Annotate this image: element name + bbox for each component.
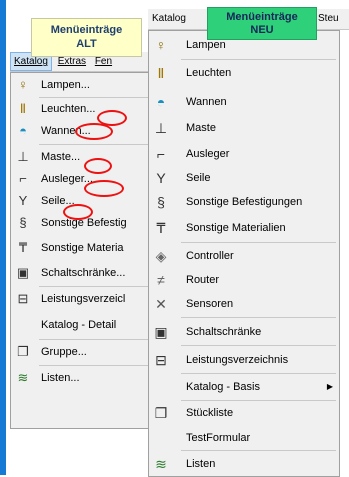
old-menu-item-maste[interactable]: ⊥ Maste... xyxy=(11,147,151,168)
material-icon: ₸ xyxy=(156,220,166,236)
new-menu-item-seile[interactable]: Y Seile xyxy=(149,166,339,190)
lamp-icon: ♀ xyxy=(18,77,28,92)
old-entries-label: Menüeinträge ALT xyxy=(31,18,142,57)
sensor-icon: ✕ xyxy=(155,296,167,312)
fastening-icon: § xyxy=(19,215,27,230)
new-menu-item-sensoren[interactable]: ✕ Sensoren xyxy=(149,292,339,316)
lamp-icon: ♀ xyxy=(155,37,167,53)
new-katalog-menu: ♀ Lampen Ⅱ Leuchten ◓ Wannen ⊥ Maste ⌐ A… xyxy=(148,30,340,477)
highlight-circle xyxy=(63,204,93,220)
new-menu-item-listen[interactable]: ≋ Listen xyxy=(149,452,339,476)
old-menu-separator xyxy=(39,339,151,340)
material-icon: ₸ xyxy=(18,240,28,255)
cabinet-icon: ▣ xyxy=(16,265,30,280)
new-menu-separator xyxy=(181,242,336,243)
new-menu-item-katalog-basis[interactable]: Katalog - Basis ▶ xyxy=(149,375,339,399)
new-menu-separator xyxy=(181,450,336,451)
submenu-arrow-icon: ▶ xyxy=(326,382,333,391)
service-list-icon: ⊟ xyxy=(155,352,167,368)
old-menu-item-gruppe[interactable]: ❐ Gruppe... xyxy=(11,342,151,363)
trough-icon: ◓ xyxy=(156,94,166,110)
new-menu-separator xyxy=(181,59,336,60)
old-menu-item-schaltschraenke[interactable]: ▣ Schaltschränke... xyxy=(11,263,151,284)
old-menu-item-leistungsverzeichnis[interactable]: ⊟ Leistungsverzeicl xyxy=(11,289,151,310)
luminaire-icon: Ⅱ xyxy=(19,101,27,116)
old-menu-item-leuchten[interactable]: Ⅱ Leuchten... xyxy=(11,99,151,120)
new-menubar-steuerung[interactable]: Steu xyxy=(318,9,339,29)
new-menu-separator xyxy=(181,373,336,374)
luminaire-icon: Ⅱ xyxy=(157,65,165,81)
old-menu-item-katalog-detail[interactable]: Katalog - Detail xyxy=(11,315,151,336)
new-menu-item-schaltschraenke[interactable]: ▣ Schaltschränke xyxy=(149,320,339,344)
old-menu-item-lampen[interactable]: ♀ Lampen... xyxy=(11,75,151,96)
old-menu-item-ausleger[interactable]: ⌐ Ausleger... xyxy=(11,169,151,190)
rope-icon: Y xyxy=(18,193,28,208)
new-menu-item-router[interactable]: ≠ Router xyxy=(149,268,339,292)
highlight-circle xyxy=(75,123,113,140)
new-menu-item-leistungsverzeichnis[interactable]: ⊟ Leistungsverzeichnis xyxy=(149,348,339,372)
fastening-icon: § xyxy=(157,194,165,210)
new-menubar-katalog[interactable]: Katalog xyxy=(152,9,186,29)
new-menu-item-sonstige-materialien[interactable]: ₸ Sonstige Materialien xyxy=(149,216,339,240)
group-icon: ❐ xyxy=(17,344,29,359)
old-menu-item-sonstige-materialien[interactable]: ₸ Sonstige Materia xyxy=(11,238,151,259)
new-menu-item-sonstige-befestigungen[interactable]: § Sonstige Befestigungen xyxy=(149,190,339,214)
new-menu-item-wannen[interactable]: ◓ Wannen xyxy=(149,90,339,114)
old-menu-item-listen[interactable]: ≋ Listen... xyxy=(11,368,151,389)
mast-icon: ⊥ xyxy=(17,149,29,164)
old-menu-separator xyxy=(39,97,151,98)
bracket-icon: ⌐ xyxy=(19,171,27,186)
service-list-icon: ⊟ xyxy=(17,291,29,306)
router-icon: ≠ xyxy=(157,272,165,288)
highlight-circle xyxy=(84,158,112,174)
cabinet-icon: ▣ xyxy=(154,324,168,340)
new-menu-item-ausleger[interactable]: ⌐ Ausleger xyxy=(149,142,339,166)
rope-icon: Y xyxy=(156,170,166,186)
parts-list-icon: ❐ xyxy=(154,405,168,421)
new-menu-item-maste[interactable]: ⊥ Maste xyxy=(149,116,339,140)
highlight-circle xyxy=(84,180,124,197)
bracket-icon: ⌐ xyxy=(156,146,166,162)
list-icon: ≋ xyxy=(17,370,29,385)
new-menu-item-stueckliste[interactable]: ❐ Stückliste xyxy=(149,401,339,425)
old-menu-separator xyxy=(39,365,151,366)
new-menu-item-controller[interactable]: ◈ Controller xyxy=(149,244,339,268)
old-menu-separator xyxy=(39,144,151,145)
new-menu-separator xyxy=(181,317,336,318)
window-edge xyxy=(0,0,6,475)
new-menu-separator xyxy=(181,345,336,346)
old-menu-separator xyxy=(39,286,151,287)
new-menu-item-leuchten[interactable]: Ⅱ Leuchten xyxy=(149,61,339,85)
new-menu-item-testformular[interactable]: TestFormular xyxy=(149,426,339,450)
controller-icon: ◈ xyxy=(155,248,167,264)
list-icon: ≋ xyxy=(155,456,167,472)
new-entries-label: Menüeinträge NEU xyxy=(207,7,317,40)
mast-icon: ⊥ xyxy=(154,120,168,136)
trough-icon: ◓ xyxy=(19,123,27,138)
